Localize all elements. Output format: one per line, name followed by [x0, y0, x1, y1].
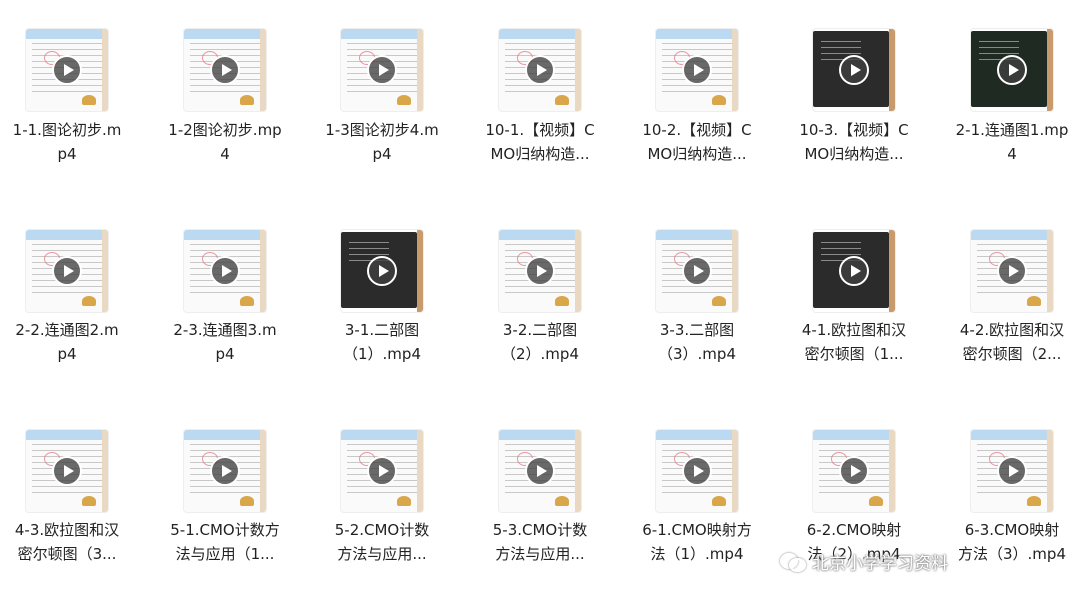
slide-header: [656, 430, 738, 440]
mascot-figure: [712, 496, 726, 506]
file-name[interactable]: 5-1.CMO计数方 法与应用（1...: [150, 518, 300, 566]
slide-header: [184, 430, 266, 440]
wechat-logo-icon: [780, 551, 806, 572]
mascot-figure: [397, 496, 411, 506]
play-icon[interactable]: [682, 456, 712, 486]
video-thumbnail[interactable]: [971, 430, 1053, 512]
slide-sidebar: [732, 430, 738, 512]
file-name-line2: 方法与应用...: [495, 545, 585, 563]
file-item[interactable]: 4-3.欧拉图和汉 密尔顿图（3...: [0, 0, 142, 606]
mascot-figure: [555, 496, 569, 506]
file-name[interactable]: 5-2.CMO计数 方法与应用...: [307, 518, 457, 566]
file-name[interactable]: 5-3.CMO计数 方法与应用...: [465, 518, 615, 566]
video-thumbnail[interactable]: [499, 430, 581, 512]
video-thumbnail[interactable]: [813, 430, 895, 512]
mascot-figure: [1027, 496, 1041, 506]
file-item[interactable]: 6-1.CMO映射方 法（1）.mp4: [622, 0, 772, 606]
slide-header: [499, 430, 581, 440]
slide-header: [813, 430, 895, 440]
file-item[interactable]: 5-2.CMO计数 方法与应用...: [307, 0, 457, 606]
file-name-line2: 方法与应用...: [337, 545, 427, 563]
mascot-figure: [869, 496, 883, 506]
file-item[interactable]: 6-2.CMO映射 法（2）.mp4: [779, 0, 929, 606]
video-thumbnail[interactable]: [184, 430, 266, 512]
file-name-line1: 5-3.CMO计数: [492, 521, 588, 539]
mascot-figure: [240, 496, 254, 506]
file-name-line1: 5-2.CMO计数: [334, 521, 430, 539]
play-icon[interactable]: [52, 456, 82, 486]
slide-sidebar: [102, 430, 108, 512]
file-name[interactable]: 6-1.CMO映射方 法（1）.mp4: [622, 518, 772, 566]
file-grid: 1-1.图论初步.m p4 1-2图论初步.mp 4 1-3图论初步4.m p4 10-1.…: [0, 0, 1080, 606]
file-name-line1: 5-1.CMO计数方: [170, 521, 280, 539]
file-item[interactable]: 6-3.CMO映射 方法（3）.mp4: [937, 0, 1080, 606]
file-name-line2: 法（1）.mp4: [650, 545, 744, 563]
video-thumbnail[interactable]: [26, 430, 108, 512]
play-icon[interactable]: [210, 456, 240, 486]
slide-header: [341, 430, 423, 440]
slide-sidebar: [260, 430, 266, 512]
slide-header: [971, 430, 1053, 440]
slide-header: [26, 430, 108, 440]
file-name-line1: 6-2.CMO映射: [806, 521, 902, 539]
file-name-line1: 6-3.CMO映射: [964, 521, 1060, 539]
file-name[interactable]: 4-3.欧拉图和汉 密尔顿图（3...: [0, 518, 142, 566]
file-item[interactable]: 5-3.CMO计数 方法与应用...: [465, 0, 615, 606]
watermark-text: 北京小学学习资料: [812, 553, 948, 574]
file-name-line2: 法与应用（1...: [175, 545, 275, 563]
file-name-line1: 4-3.欧拉图和汉: [14, 521, 120, 539]
slide-sidebar: [889, 430, 895, 512]
file-item[interactable]: 5-1.CMO计数方 法与应用（1...: [150, 0, 300, 606]
slide-sidebar: [575, 430, 581, 512]
file-name-line2: 密尔顿图（3...: [17, 545, 117, 563]
mascot-figure: [82, 496, 96, 506]
play-icon[interactable]: [997, 456, 1027, 486]
file-name-line1: 6-1.CMO映射方: [642, 521, 752, 539]
play-icon[interactable]: [525, 456, 555, 486]
slide-sidebar: [417, 430, 423, 512]
watermark: 北京小学学习资料: [780, 546, 948, 576]
video-thumbnail[interactable]: [341, 430, 423, 512]
file-name[interactable]: 6-3.CMO映射 方法（3）.mp4: [937, 518, 1080, 566]
play-icon[interactable]: [839, 456, 869, 486]
play-icon[interactable]: [367, 456, 397, 486]
slide-sidebar: [1047, 430, 1053, 512]
video-thumbnail[interactable]: [656, 430, 738, 512]
file-name-line2: 方法（3）.mp4: [958, 545, 1066, 563]
